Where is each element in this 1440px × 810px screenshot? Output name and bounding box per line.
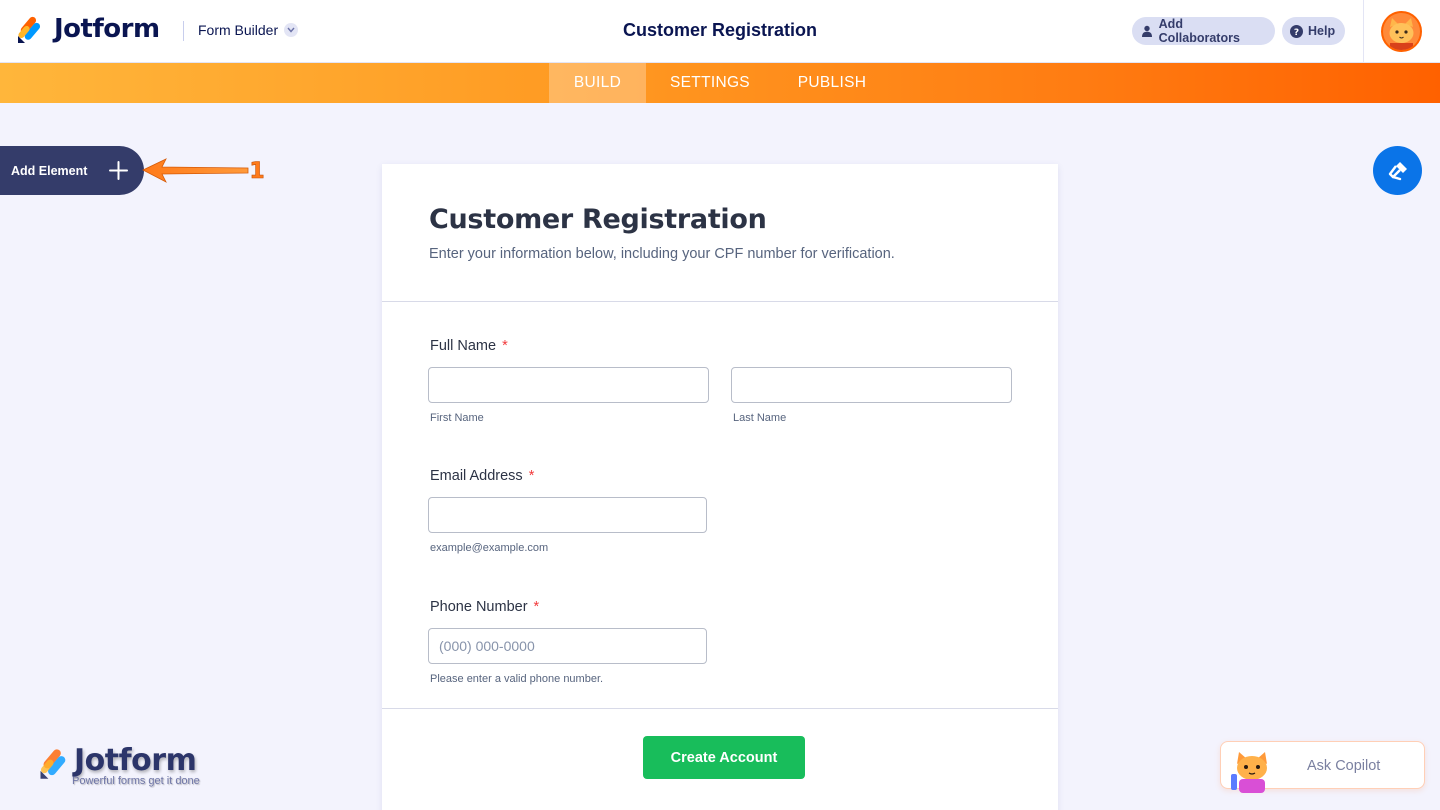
required-mark: * bbox=[528, 468, 535, 484]
tab-publish[interactable]: PUBLISH bbox=[774, 63, 890, 103]
email-label[interactable]: Email Address * bbox=[430, 468, 534, 484]
phone-label[interactable]: Phone Number * bbox=[430, 599, 539, 615]
jotform-logo-icon bbox=[18, 16, 41, 43]
add-element-button[interactable]: Add Element bbox=[0, 146, 144, 195]
ask-copilot-label: Ask Copilot bbox=[1307, 758, 1381, 774]
paint-roller-icon bbox=[1388, 161, 1407, 180]
chevron-down-icon bbox=[284, 23, 299, 37]
user-icon bbox=[1140, 24, 1154, 38]
add-collaborators-label: Add Collaborators bbox=[1158, 17, 1240, 45]
full-name-label-text: Full Name bbox=[430, 338, 497, 354]
jotform-watermark: Jotform Powerful forms get it done bbox=[38, 743, 218, 793]
header-divider-right bbox=[1363, 0, 1364, 63]
top-header: Jotform Form Builder Customer Registrati… bbox=[0, 0, 1440, 63]
ask-copilot-button[interactable]: Ask Copilot bbox=[1220, 741, 1425, 793]
form-designer-button[interactable] bbox=[1373, 146, 1422, 195]
form-builder-dropdown[interactable]: Form Builder bbox=[198, 22, 299, 38]
help-button[interactable]: ? Help bbox=[1282, 17, 1345, 45]
annotation-number: 1 bbox=[249, 159, 264, 184]
builder-tab-bar: BUILD SETTINGS PUBLISH bbox=[0, 63, 1440, 103]
last-name-sublabel: Last Name bbox=[733, 412, 787, 424]
jotform-logo[interactable]: Jotform bbox=[16, 13, 160, 45]
first-name-input[interactable] bbox=[428, 367, 709, 403]
add-collaborators-button[interactable]: Add Collaborators bbox=[1132, 17, 1275, 45]
create-account-button[interactable]: Create Account bbox=[643, 736, 805, 779]
form-card: Customer Registration Enter your informa… bbox=[382, 164, 1058, 810]
jotform-logo-icon bbox=[40, 749, 66, 779]
phone-label-text: Phone Number bbox=[430, 599, 528, 615]
form-title[interactable]: Customer Registration bbox=[429, 204, 767, 235]
form-divider bbox=[382, 708, 1058, 709]
form-builder-label: Form Builder bbox=[198, 22, 279, 38]
email-sublabel: example@example.com bbox=[430, 542, 549, 554]
required-mark: * bbox=[533, 599, 540, 615]
help-label: Help bbox=[1308, 24, 1336, 38]
annotation-arrow: 1 bbox=[142, 158, 265, 184]
required-mark: * bbox=[502, 338, 508, 354]
full-name-label[interactable]: Full Name * bbox=[430, 338, 508, 354]
copilot-cat-icon bbox=[1231, 752, 1267, 793]
form-subtitle[interactable]: Enter your information below, including … bbox=[429, 246, 895, 262]
cat-avatar-icon bbox=[1383, 13, 1420, 50]
last-name-input[interactable] bbox=[731, 367, 1012, 403]
first-name-sublabel: First Name bbox=[430, 412, 484, 424]
question-circle-icon: ? bbox=[1290, 24, 1303, 38]
form-header[interactable]: Customer Registration Enter your informa… bbox=[382, 164, 1058, 302]
logo-text: Jotform bbox=[54, 14, 160, 44]
svg-text:?: ? bbox=[1294, 28, 1299, 38]
phone-input[interactable]: (000) 000-0000 bbox=[428, 628, 707, 664]
watermark-text: Jotform bbox=[74, 743, 197, 778]
header-divider bbox=[183, 21, 184, 41]
plus-icon bbox=[109, 161, 128, 180]
add-element-label: Add Element bbox=[11, 163, 88, 178]
phone-sublabel: Please enter a valid phone number. bbox=[430, 673, 604, 685]
tab-settings[interactable]: SETTINGS bbox=[646, 63, 774, 103]
tab-build[interactable]: BUILD bbox=[549, 63, 646, 103]
watermark-tagline: Powerful forms get it done bbox=[72, 775, 200, 787]
email-label-text: Email Address bbox=[430, 468, 523, 484]
user-avatar[interactable] bbox=[1381, 11, 1422, 52]
email-input[interactable] bbox=[428, 497, 707, 533]
